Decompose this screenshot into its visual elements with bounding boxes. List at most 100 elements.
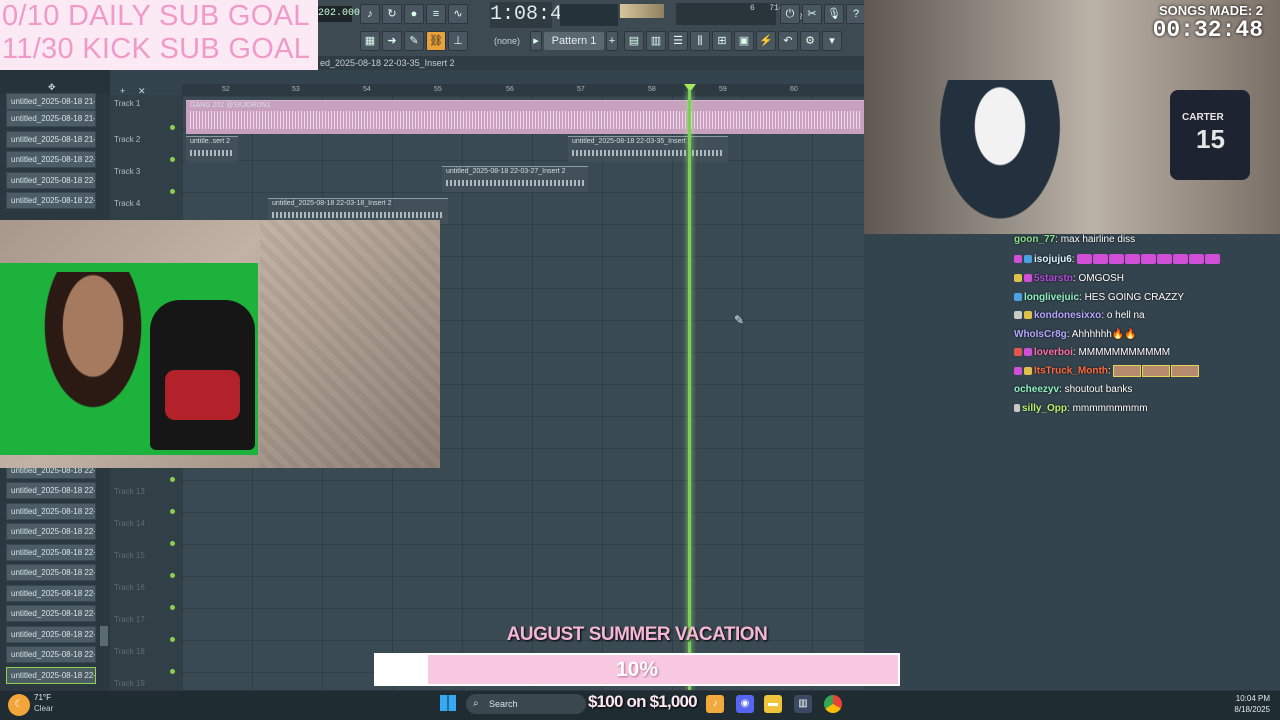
move-icon[interactable]: ✥: [48, 82, 58, 92]
metronome-icon[interactable]: ♪: [360, 4, 380, 24]
loop-icon[interactable]: ↻: [382, 4, 402, 24]
windows-start-icon[interactable]: [440, 695, 456, 711]
search-label: Search: [489, 699, 518, 709]
chat-user: goon_77: [1014, 234, 1056, 245]
browser-file[interactable]: untitled_2025-08-18 22-...: [6, 482, 96, 499]
track-mute-led[interactable]: [170, 573, 175, 578]
tempo-display[interactable]: 202.000: [318, 6, 360, 22]
stamp-icon[interactable]: ⊥: [448, 31, 468, 51]
pattern-add-icon[interactable]: +: [606, 31, 618, 51]
link-icon[interactable]: ⛓: [426, 31, 446, 51]
mic-icon[interactable]: 🎙: [824, 4, 844, 24]
browser-file[interactable]: untitled_2025-08-18 22-...: [6, 503, 96, 520]
browser-file-selected[interactable]: untitled_2025-08-18 22-...: [6, 667, 96, 684]
browser-file[interactable]: untitled_2025-08-18 21-...: [6, 131, 96, 148]
browser-file[interactable]: untitled_2025-08-18 22-...: [6, 605, 96, 622]
system-time[interactable]: 10:04 PM: [1228, 694, 1270, 703]
system-date[interactable]: 8/18/2025: [1218, 705, 1270, 714]
record-icon[interactable]: ●: [404, 4, 424, 24]
mixer-icon[interactable]: ≡: [426, 4, 446, 24]
browser-file[interactable]: untitled_2025-08-18 22-...: [6, 646, 96, 663]
help-icon[interactable]: ?: [846, 4, 866, 24]
cut-icon[interactable]: ✂: [802, 4, 822, 24]
chat-text: OMGOSH: [1078, 273, 1125, 284]
track-mute-led[interactable]: [170, 157, 175, 162]
weather-description[interactable]: Clear: [34, 704, 53, 713]
track-label[interactable]: Track 19: [114, 679, 145, 688]
plug-icon[interactable]: ⚡: [756, 31, 776, 51]
audio-clip[interactable]: GANG 202 @SKJORDN1: [186, 100, 864, 134]
audio-clip[interactable]: untitle..sert 2: [186, 136, 238, 162]
file-explorer-icon[interactable]: ▬: [764, 695, 782, 713]
track-label[interactable]: Track 4: [114, 199, 140, 208]
track-mute-led[interactable]: [170, 189, 175, 194]
chat-user: 5starstn: [1034, 273, 1073, 284]
track-label[interactable]: Track 18: [114, 647, 145, 656]
mixer-view-icon[interactable]: ⫼: [690, 31, 710, 51]
audio-clip[interactable]: untitled_2025-08-18 22-03-35_Insert 2: [568, 136, 728, 162]
emote-icon: [1142, 365, 1171, 377]
keyboard-icon[interactable]: ▦: [360, 31, 380, 51]
track-mute-led[interactable]: [170, 477, 175, 482]
browser-file[interactable]: untitled_2025-08-18 22-...: [6, 564, 96, 581]
emote-icon: [1125, 254, 1141, 265]
bar-number: 53: [292, 86, 300, 93]
track-label[interactable]: Track 2: [114, 135, 140, 144]
channel-rack-icon[interactable]: ☰: [668, 31, 688, 51]
browser-file[interactable]: untitled_2025-08-18 22-...: [6, 585, 96, 602]
browser-file[interactable]: untitled_2025-08-18 22-...: [6, 172, 96, 189]
playhead[interactable]: [688, 90, 691, 690]
pattern-prev-icon[interactable]: ▸: [530, 31, 542, 51]
browser-icon[interactable]: ▣: [734, 31, 754, 51]
chrome-icon[interactable]: [824, 695, 842, 713]
fl-studio-icon[interactable]: ♪: [706, 695, 724, 713]
bar-number: 57: [577, 86, 585, 93]
track-mute-led[interactable]: [170, 637, 175, 642]
power-icon[interactable]: ⏻: [780, 4, 800, 24]
browser-file[interactable]: untitled_2025-08-18 22-...: [6, 626, 96, 643]
undo-icon[interactable]: ↶: [778, 31, 798, 51]
track-label[interactable]: Track 16: [114, 583, 145, 592]
track-mute-led[interactable]: [170, 669, 175, 674]
clip-title: untitled_2025-08-18 22-03-18_Insert 2: [272, 200, 392, 207]
weather-moon-icon[interactable]: ☾: [8, 694, 30, 716]
track-label[interactable]: Track 3: [114, 167, 140, 176]
browser-file[interactable]: untitled_2025-08-18 22-...: [6, 151, 96, 168]
weather-temperature[interactable]: 71°F: [34, 693, 51, 702]
wave-icon[interactable]: ∿: [448, 4, 468, 24]
tools-icon[interactable]: ⚙: [800, 31, 820, 51]
track-label[interactable]: Track 13: [114, 487, 145, 496]
browser-file[interactable]: untitled_2025-08-18 21-...: [6, 110, 96, 127]
browser-file[interactable]: untitled_2025-08-18 21-...: [6, 93, 96, 110]
app-icon[interactable]: ▥: [794, 695, 812, 713]
track-mute-led[interactable]: [170, 605, 175, 610]
track-mute-led[interactable]: [170, 509, 175, 514]
track-label[interactable]: Track 15: [114, 551, 145, 560]
audio-clip[interactable]: untitled_2025-08-18 22-03-27_Insert 2: [442, 166, 588, 192]
track-mute-led[interactable]: [170, 541, 175, 546]
browser-file[interactable]: untitled_2025-08-18 22-...: [6, 544, 96, 561]
plugin-icon[interactable]: ⊞: [712, 31, 732, 51]
track-label[interactable]: Track 14: [114, 519, 145, 528]
playlist-icon[interactable]: ▤: [624, 31, 644, 51]
bar-number: 54: [363, 86, 371, 93]
track-label[interactable]: Track 17: [114, 615, 145, 624]
track-label[interactable]: Track 1: [114, 99, 140, 108]
browser-scrollbar[interactable]: [100, 626, 108, 646]
pattern-name[interactable]: Pattern 1: [544, 32, 604, 50]
badge-icon: [1014, 274, 1022, 283]
track-mute-led[interactable]: [170, 125, 175, 130]
timeline-ruler[interactable]: 52 53 54 55 56 57 58 59 60: [182, 84, 864, 96]
piano-roll-icon[interactable]: ▥: [646, 31, 666, 51]
chat-user: WhoIsCr8g: [1014, 329, 1067, 340]
cart-icon[interactable]: ▾: [822, 31, 842, 51]
pencil-icon[interactable]: ✎: [404, 31, 424, 51]
discord-icon[interactable]: ◉: [736, 695, 754, 713]
pattern-selector[interactable]: (none): [482, 33, 532, 49]
arrow-icon[interactable]: ➜: [382, 31, 402, 51]
bar-number: 58: [648, 86, 656, 93]
waveform: [572, 150, 724, 156]
browser-file[interactable]: untitled_2025-08-18 22-...: [6, 192, 96, 209]
browser-file[interactable]: untitled_2025-08-18 22-...: [6, 523, 96, 540]
taskbar-search[interactable]: [466, 694, 586, 714]
